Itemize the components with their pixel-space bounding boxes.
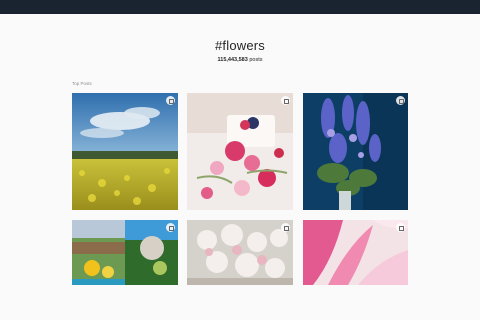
- post-tile-garden-collage[interactable]: [72, 220, 178, 285]
- multi-photo-icon: [166, 96, 175, 105]
- multi-photo-icon: [396, 223, 405, 232]
- multi-photo-icon: [281, 96, 290, 105]
- top-navigation-bar: [0, 0, 480, 14]
- post-count-label: posts: [249, 57, 263, 63]
- top-posts-label: Top Posts: [72, 81, 92, 86]
- top-posts-grid: [72, 93, 408, 293]
- post-tile-pink-petals[interactable]: [303, 220, 408, 285]
- post-image: [303, 93, 408, 210]
- post-tile-blue-bouquet[interactable]: [303, 93, 408, 210]
- multi-photo-icon: [396, 96, 405, 105]
- post-image: [303, 220, 408, 285]
- post-tile-white-roses[interactable]: [187, 220, 293, 285]
- post-image: [72, 220, 178, 285]
- hashtag-title: #flowers: [214, 38, 265, 53]
- post-tile-flower-cake[interactable]: [187, 93, 293, 210]
- post-image: [72, 93, 178, 210]
- post-image: [187, 220, 293, 285]
- multi-photo-icon: [166, 223, 175, 232]
- post-image: [187, 93, 293, 210]
- post-count-number: 115,443,583: [217, 57, 248, 63]
- post-tile-rapeseed-field[interactable]: [72, 93, 178, 210]
- post-count: 115,443,583 posts: [0, 57, 480, 63]
- multi-photo-icon: [281, 223, 290, 232]
